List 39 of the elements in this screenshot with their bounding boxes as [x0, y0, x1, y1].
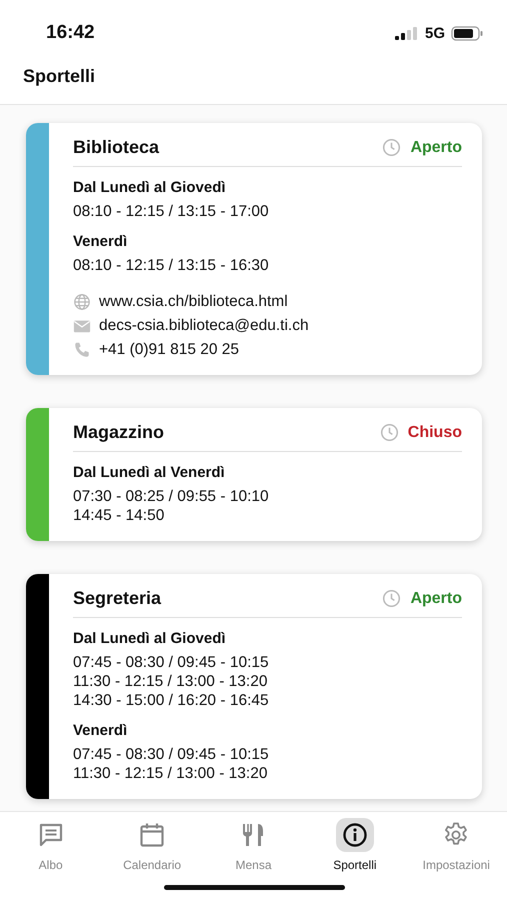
card-title: Segreteria: [73, 588, 162, 609]
hours-text: 14:30 - 15:00 / 16:20 - 16:45: [73, 691, 270, 710]
hours-text: 11:30 - 12:15 / 13:00 - 13:20: [73, 672, 268, 691]
tab-item[interactable]: Albo: [0, 812, 102, 900]
card-title: Magazzino: [73, 422, 164, 443]
days-label: Dal Lunedì al Giovedì: [73, 630, 227, 647]
calendar-icon: [138, 821, 166, 849]
hours-text: 08:10 - 12:15 / 13:15 - 16:30: [73, 256, 270, 275]
page-title: Sportelli: [23, 66, 96, 87]
clock-time: 16:42: [46, 22, 95, 44]
contact-text: +41 (0)91 815 20 25: [99, 341, 240, 359]
clock-icon: [382, 589, 402, 608]
card-title: Biblioteca: [73, 137, 160, 158]
contact-text: decs-csia.biblioteca@edu.ti.ch: [99, 317, 309, 335]
days-label: Venerdì: [73, 722, 128, 739]
hours-text: 11:30 - 12:15 / 13:00 - 13:20: [73, 764, 268, 783]
tab-item[interactable]: Calendario: [101, 812, 203, 900]
info-icon: [340, 821, 369, 849]
signal-icon: [394, 26, 419, 40]
clock-icon: [382, 138, 402, 157]
days-label: Dal Lunedì al Giovedì: [73, 179, 227, 196]
days-label: Venerdì: [73, 233, 128, 250]
tab-item[interactable]: Impostazioni: [406, 812, 507, 900]
tab-item[interactable]: Mensa: [202, 812, 304, 900]
globe-icon: [73, 293, 91, 311]
phone-icon: [73, 341, 91, 359]
hours-text: 07:30 - 08:25 / 09:55 - 10:10: [73, 487, 270, 506]
status-label: Aperto: [410, 590, 462, 608]
hours-text: 08:10 - 12:15 / 13:15 - 17:00: [73, 202, 270, 221]
hours-text: 07:45 - 08:30 / 09:45 - 10:15: [73, 745, 270, 764]
battery-icon: [451, 26, 483, 40]
days-label: Dal Lunedì al Venerdì: [73, 464, 226, 481]
status-label: Aperto: [410, 138, 462, 156]
clock-icon: [380, 423, 399, 442]
hours-text: 14:45 - 14:50: [73, 506, 166, 525]
contact-text: www.csia.ch/biblioteca.html: [99, 293, 288, 311]
network-label: 5G: [424, 24, 445, 42]
status-label: Chiuso: [408, 424, 462, 442]
hours-text: 07:45 - 08:30 / 09:45 - 10:15: [73, 653, 270, 672]
